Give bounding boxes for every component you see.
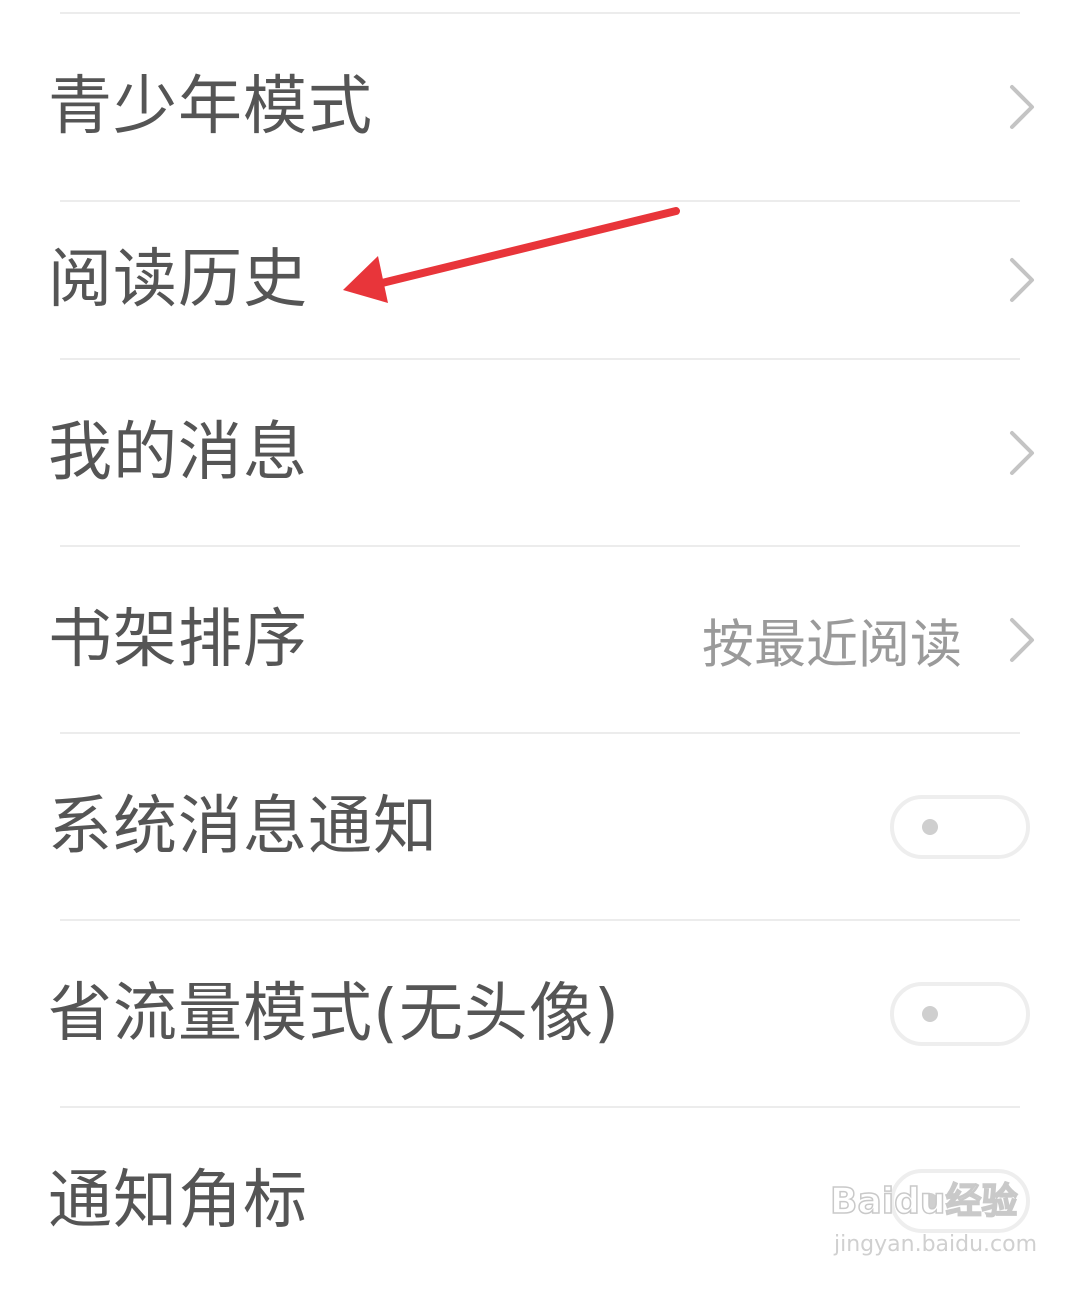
settings-item-label: 阅读历史: [48, 243, 308, 317]
toggle-knob: [922, 819, 938, 835]
settings-item-label: 系统消息通知: [48, 790, 438, 864]
settings-item-label: 书架排序: [48, 603, 308, 677]
bookshelf-sort-value: 按最近阅读: [701, 615, 962, 676]
settings-item-reading-history[interactable]: 阅读历史: [0, 202, 1080, 358]
settings-item-label: 青少年模式: [48, 70, 373, 144]
chevron-right-icon: [1010, 431, 1034, 475]
toggle-knob: [922, 1006, 938, 1022]
settings-item-bookshelf-sort[interactable]: 书架排序 按最近阅读: [0, 547, 1080, 733]
settings-item-label: 省流量模式(无头像): [48, 977, 620, 1051]
baidu-watermark: Baidu经验 jingyan.baidu.com: [829, 1172, 1037, 1272]
data-saver-toggle[interactable]: [890, 982, 1030, 1046]
watermark-logo: Baidu经验: [829, 1180, 1018, 1223]
chevron-right-icon: [1010, 258, 1034, 302]
settings-item-label: 我的消息: [48, 416, 308, 490]
watermark-url: jingyan.baidu.com: [834, 1232, 1038, 1257]
settings-item-label: 通知角标: [48, 1164, 308, 1238]
chevron-right-icon: [1010, 618, 1034, 662]
settings-item-data-saver: 省流量模式(无头像): [0, 921, 1080, 1107]
settings-item-youth-mode[interactable]: 青少年模式: [0, 14, 1080, 200]
settings-item-system-notification: 系统消息通知: [0, 734, 1080, 920]
system-notification-toggle[interactable]: [890, 795, 1030, 859]
settings-item-my-messages[interactable]: 我的消息: [0, 360, 1080, 546]
chevron-right-icon: [1010, 85, 1034, 129]
